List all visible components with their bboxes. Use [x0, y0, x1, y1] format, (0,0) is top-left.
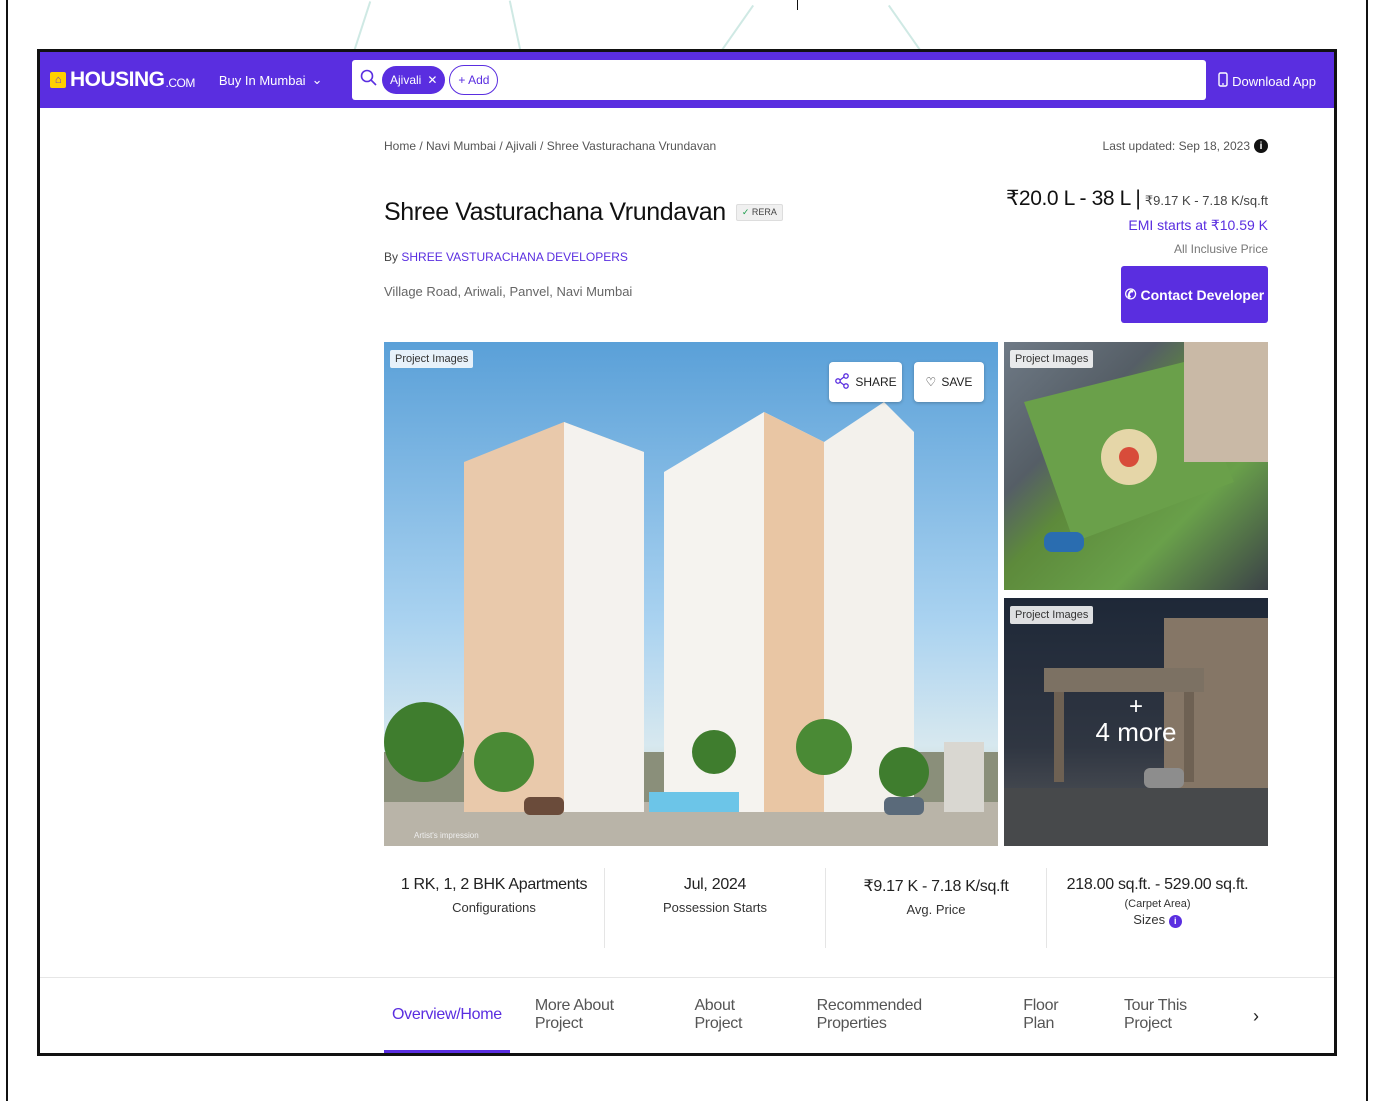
- section-tabs: Overview/Home More About Project About P…: [384, 977, 1268, 1053]
- image-label: Project Images: [390, 350, 474, 368]
- logo-suffix: .COM: [165, 76, 196, 90]
- share-icon: [834, 372, 850, 392]
- share-button[interactable]: SHARE: [829, 362, 902, 402]
- tab-recommended-properties[interactable]: Recommended Properties: [817, 977, 991, 1053]
- share-label: SHARE: [855, 375, 897, 389]
- stat-label-row: Sizes i: [1047, 912, 1268, 928]
- main-project-image[interactable]: Project Images SHARE ♡ SAVE Artist's imp…: [384, 342, 998, 846]
- save-button[interactable]: ♡ SAVE: [914, 362, 984, 402]
- image-label: Project Images: [1010, 606, 1094, 624]
- search-chip-label: Ajivali: [390, 73, 422, 87]
- developer-line: By SHREE VASTURACHANA DEVELOPERS: [384, 250, 628, 264]
- home-icon: ⌂: [50, 72, 66, 88]
- page-title: Shree Vasturachana Vrundavan ✓ RERA: [384, 198, 783, 227]
- phone-icon: [1218, 72, 1228, 90]
- project-stats: 1 RK, 1, 2 BHK Apartments Configurations…: [384, 868, 1268, 948]
- rera-label: RERA: [751, 207, 777, 217]
- stat-value: Jul, 2024: [683, 876, 747, 893]
- breadcrumb[interactable]: Home / Navi Mumbai / Ajivali / Shree Vas…: [384, 139, 716, 153]
- info-icon[interactable]: i: [1254, 139, 1268, 153]
- inclusive-price-note: All Inclusive Price: [1173, 242, 1268, 256]
- tab-tour-this-project[interactable]: Tour This Project: [1124, 977, 1235, 1053]
- last-updated: Last updated: Sep 18, 2023 i: [1103, 139, 1268, 153]
- plus-icon: +: [1128, 692, 1143, 720]
- close-icon[interactable]: ✕: [427, 73, 437, 87]
- stat-label: Avg. Price: [906, 902, 966, 917]
- tab-overview[interactable]: Overview/Home: [384, 977, 510, 1053]
- search-icon: [360, 69, 378, 92]
- check-icon: ✓: [741, 207, 750, 217]
- price-separator: |: [1135, 187, 1141, 210]
- download-app-label: Download App: [1232, 73, 1316, 89]
- stat-value: 218.00 sq.ft. - 529.00 sq.ft.: [1066, 876, 1249, 893]
- price-per-sqft: ₹9.17 K - 7.18 K/sq.ft: [1144, 193, 1268, 208]
- chevron-down-icon: ⌄: [311, 72, 323, 87]
- last-updated-text: Last updated: Sep 18, 2023: [1102, 139, 1250, 153]
- logo-text: HOUSING: [70, 68, 165, 91]
- stat-sub-label: (Carpet Area): [1124, 898, 1191, 910]
- tab-about-project[interactable]: About Project: [694, 977, 783, 1053]
- chevron-right-icon[interactable]: ›: [1244, 1003, 1268, 1029]
- housing-logo[interactable]: ⌂ HOUSING .COM: [50, 68, 195, 92]
- info-icon[interactable]: i: [1168, 914, 1182, 928]
- stat-configurations: 1 RK, 1, 2 BHK Apartments Configurations: [384, 868, 605, 948]
- image-label: Project Images: [1010, 350, 1094, 368]
- tab-more-about-project[interactable]: More About Project: [535, 977, 662, 1053]
- stat-avg-price: ₹9.17 K - 7.18 K/sq.ft Avg. Price: [826, 868, 1047, 948]
- divider: [797, 0, 798, 10]
- by-prefix: By: [384, 250, 399, 264]
- stat-label: Possession Starts: [662, 900, 768, 915]
- browser-viewport: ⌂ HOUSING .COM Buy In Mumbai ⌄ Ajivali ✕…: [37, 49, 1337, 1056]
- city-selector-label: Buy In Mumbai: [218, 72, 306, 88]
- stat-value: ₹9.17 K - 7.18 K/sq.ft: [863, 878, 1009, 895]
- stat-possession: Jul, 2024 Possession Starts: [605, 868, 826, 948]
- download-app-button[interactable]: Download App: [1218, 72, 1316, 90]
- side-project-image-2[interactable]: + 4 more Project Images: [1004, 598, 1268, 846]
- emi-link[interactable]: EMI starts at ₹10.59 K: [1006, 217, 1268, 234]
- more-images-count: 4 more: [1095, 716, 1177, 747]
- building-illustration: [384, 402, 998, 846]
- stat-label: Configurations: [452, 900, 536, 915]
- stat-sizes: 218.00 sq.ft. - 529.00 sq.ft. (Carpet Ar…: [1047, 868, 1268, 948]
- contact-developer-label: Contact Developer: [1140, 286, 1265, 303]
- save-label: SAVE: [941, 375, 973, 389]
- price-block: ₹20.0 L - 38 L | ₹9.17 K - 7.18 K/sq.ft …: [1006, 186, 1268, 256]
- stat-label: Sizes: [1133, 912, 1166, 927]
- city-selector[interactable]: Buy In Mumbai ⌄: [219, 72, 323, 88]
- phone-call-icon: ✆: [1124, 286, 1137, 302]
- heart-icon: ♡: [925, 375, 937, 389]
- stat-value: 1 RK, 1, 2 BHK Apartments: [400, 876, 588, 893]
- tab-floor-plan[interactable]: Floor Plan: [1023, 977, 1091, 1053]
- project-title: Shree Vasturachana Vrundavan: [384, 198, 726, 226]
- more-images-overlay[interactable]: + 4 more: [1004, 598, 1268, 846]
- side-project-image-1[interactable]: Project Images: [1004, 342, 1268, 590]
- project-address: Village Road, Ariwali, Panvel, Navi Mumb…: [384, 284, 633, 299]
- search-bar[interactable]: Ajivali ✕ + Add: [352, 60, 1206, 100]
- search-chip[interactable]: Ajivali ✕: [382, 66, 446, 94]
- contact-developer-button[interactable]: ✆ Contact Developer: [1121, 266, 1268, 323]
- rera-badge[interactable]: ✓ RERA: [735, 204, 783, 221]
- artist-impression-note: Artist's impression: [414, 831, 479, 840]
- developer-link[interactable]: SHREE VASTURACHANA DEVELOPERS: [401, 250, 628, 264]
- add-location-button[interactable]: + Add: [449, 65, 499, 95]
- garden-illustration: [1024, 342, 1268, 552]
- top-nav-bar: ⌂ HOUSING .COM Buy In Mumbai ⌄ Ajivali ✕…: [40, 52, 1334, 108]
- price-range: ₹20.0 L - 38 L: [1005, 187, 1131, 210]
